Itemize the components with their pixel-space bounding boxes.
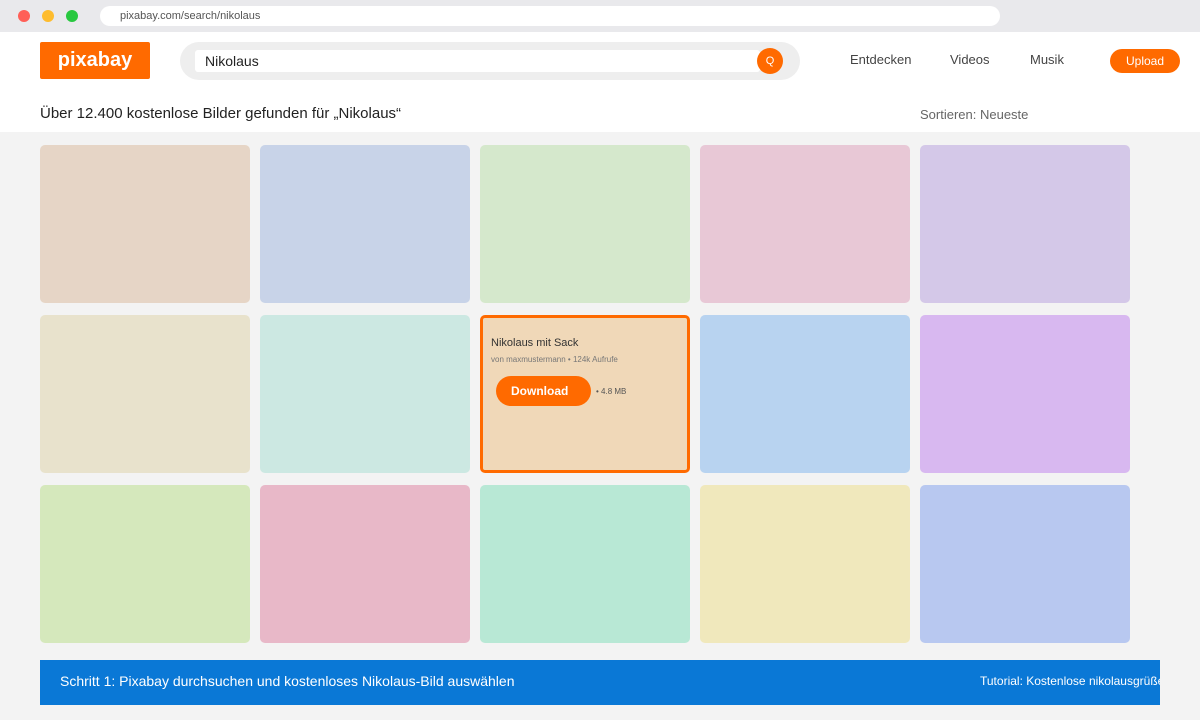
- sort-dropdown[interactable]: Sortieren: Neueste: [920, 107, 1028, 122]
- browser-chrome: pixabay.com/search/nikolaus: [0, 0, 1200, 32]
- image-tile[interactable]: [920, 315, 1130, 473]
- image-tile[interactable]: [700, 485, 910, 643]
- download-button[interactable]: Download: [496, 376, 591, 406]
- search-icon[interactable]: Q: [757, 48, 783, 74]
- image-tile[interactable]: [480, 485, 690, 643]
- image-meta: von maxmustermann • 124k Aufrufe: [491, 355, 618, 364]
- nav-entdecken[interactable]: Entdecken: [850, 52, 911, 67]
- image-title: Nikolaus mit Sack: [491, 337, 579, 349]
- banner-tutorial-text: Tutorial: Kostenlose nikolausgrüße für W…: [980, 674, 1160, 688]
- search-bar: Q: [180, 42, 800, 80]
- image-tile[interactable]: [40, 315, 250, 473]
- nav-videos[interactable]: Videos: [950, 52, 990, 67]
- search-input[interactable]: [195, 50, 760, 72]
- banner-step-text: Schritt 1: Pixabay durchsuchen und koste…: [60, 673, 515, 689]
- image-tile[interactable]: [920, 145, 1130, 303]
- upload-button[interactable]: Upload: [1110, 49, 1180, 73]
- minimize-window-icon[interactable]: [42, 10, 54, 22]
- pixabay-logo[interactable]: pixabay: [40, 42, 150, 79]
- image-tile[interactable]: [40, 145, 250, 303]
- image-tile[interactable]: [40, 485, 250, 643]
- image-tile[interactable]: [700, 145, 910, 303]
- image-tile[interactable]: [480, 145, 690, 303]
- maximize-window-icon[interactable]: [66, 10, 78, 22]
- close-window-icon[interactable]: [18, 10, 30, 22]
- address-bar[interactable]: pixabay.com/search/nikolaus: [100, 6, 1000, 26]
- results-heading: Über 12.400 kostenlose Bilder gefunden f…: [40, 105, 402, 122]
- image-tile[interactable]: [700, 315, 910, 473]
- image-tile[interactable]: [260, 485, 470, 643]
- image-tile[interactable]: [260, 315, 470, 473]
- image-tile[interactable]: [920, 485, 1130, 643]
- image-tile[interactable]: [260, 145, 470, 303]
- file-size: • 4.8 MB: [596, 387, 627, 396]
- image-tile-selected[interactable]: Nikolaus mit Sack von maxmustermann • 124…: [480, 315, 690, 473]
- nav-musik[interactable]: Musik: [1030, 52, 1064, 67]
- site-header: pixabay Q Entdecken Videos Musik Upload …: [0, 32, 1200, 132]
- tutorial-banner: Schritt 1: Pixabay durchsuchen und koste…: [40, 660, 1160, 705]
